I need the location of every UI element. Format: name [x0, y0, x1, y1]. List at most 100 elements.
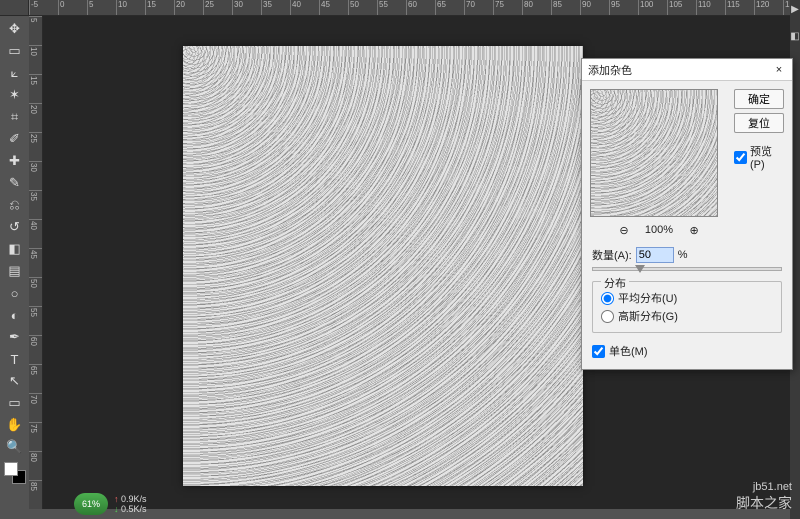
marquee-tool[interactable]: ▭ [3, 40, 27, 62]
reset-button[interactable]: 复位 [734, 113, 784, 133]
ruler-tick: 15 [29, 74, 42, 103]
dialog-titlebar[interactable]: 添加杂色 × [582, 59, 792, 81]
noise-preview [590, 89, 718, 217]
preview-checkbox-row[interactable]: 预览(P) [734, 143, 784, 171]
preview-checkbox[interactable] [734, 151, 747, 164]
pen-tool[interactable]: ✒ [3, 326, 27, 348]
net-speed: ↑ 0.9K/s ↓ 0.5K/s [114, 494, 147, 514]
ruler-tick: 100 [638, 0, 667, 15]
dodge-tool[interactable]: ◐ [3, 304, 27, 326]
brush-tool[interactable]: ✎ [3, 172, 27, 194]
healing-tool[interactable]: ✚ [3, 150, 27, 172]
noise-preview-content [183, 46, 583, 486]
uniform-row[interactable]: 平均分布(U) [601, 290, 773, 306]
gaussian-row[interactable]: 高斯分布(G) [601, 308, 773, 324]
panel-toggle-icon[interactable]: ◧ [790, 31, 799, 42]
watermark: jb51.net 脚本之家 [736, 481, 792, 513]
ruler-tick: 55 [29, 306, 42, 335]
gaussian-radio[interactable] [601, 310, 614, 323]
ruler-tick: 115 [725, 0, 754, 15]
ruler-tick: 75 [493, 0, 522, 15]
shape-tool[interactable]: ▭ [3, 392, 27, 414]
ruler-tick: 15 [145, 0, 174, 15]
ruler-tick: 75 [29, 422, 42, 451]
uniform-label: 平均分布(U) [618, 290, 677, 306]
stamp-tool[interactable]: ⎌ [3, 194, 27, 216]
type-tool[interactable]: T [3, 348, 27, 370]
document-canvas[interactable] [183, 46, 583, 486]
ruler-horizontal: -505101520253035404550556065707580859095… [29, 0, 790, 16]
distribution-group: 分布 平均分布(U) 高斯分布(G) [592, 281, 782, 333]
ruler-tick: 120 [754, 0, 783, 15]
ruler-tick: 90 [580, 0, 609, 15]
ruler-tick: 60 [406, 0, 435, 15]
foreground-color-swatch[interactable] [4, 462, 18, 476]
ruler-tick: 80 [522, 0, 551, 15]
ruler-tick: 65 [435, 0, 464, 15]
amount-input[interactable] [636, 247, 674, 263]
ruler-tick: 70 [464, 0, 493, 15]
ok-button[interactable]: 确定 [734, 89, 784, 109]
path-tool[interactable]: ↖ [3, 370, 27, 392]
eyedropper-tool[interactable]: ✐ [3, 128, 27, 150]
ruler-tick: 45 [29, 248, 42, 277]
ruler-tick: 50 [348, 0, 377, 15]
hand-tool[interactable]: ✋ [3, 414, 27, 436]
ruler-tick: 25 [203, 0, 232, 15]
ruler-tick: 30 [232, 0, 261, 15]
blur-tool[interactable]: ○ [3, 282, 27, 304]
zoom-out-icon[interactable]: ⊖ [617, 223, 631, 237]
ruler-tick: 125 [783, 0, 790, 15]
ruler-tick: 60 [29, 335, 42, 364]
eraser-tool[interactable]: ◧ [3, 238, 27, 260]
ruler-tick: 85 [29, 480, 42, 509]
uniform-radio[interactable] [601, 292, 614, 305]
color-swatches[interactable] [4, 462, 26, 484]
amount-slider[interactable] [592, 267, 782, 271]
ruler-tick: 25 [29, 132, 42, 161]
close-icon[interactable]: × [772, 63, 786, 77]
slider-thumb[interactable] [635, 265, 645, 273]
zoom-level: 100% [645, 224, 673, 236]
ruler-tick: 65 [29, 364, 42, 393]
ruler-tick: 110 [696, 0, 725, 15]
ruler-corner [0, 0, 29, 16]
ruler-tick: 85 [551, 0, 580, 15]
ruler-tick: 30 [29, 161, 42, 190]
crop-tool[interactable]: ⌗ [3, 106, 27, 128]
ruler-tick: 20 [29, 103, 42, 132]
ruler-tick: 35 [29, 190, 42, 219]
download-badge[interactable]: 61% [74, 493, 108, 515]
ruler-tick: 45 [319, 0, 348, 15]
ruler-tick: 5 [87, 0, 116, 15]
preview-label: 预览(P) [750, 143, 784, 171]
lasso-tool[interactable]: ⟀ [3, 62, 27, 84]
ruler-tick: 55 [377, 0, 406, 15]
taskbar-widget: 61% ↑ 0.9K/s ↓ 0.5K/s [74, 493, 147, 515]
zoom-in-icon[interactable]: ⊕ [687, 223, 701, 237]
move-tool[interactable]: ✥ [3, 18, 27, 40]
quick-select-tool[interactable]: ✶ [3, 84, 27, 106]
monochrome-label: 单色(M) [609, 343, 648, 359]
monochrome-checkbox[interactable] [592, 345, 605, 358]
distribution-title: 分布 [601, 275, 629, 291]
amount-unit: % [678, 249, 688, 261]
ruler-tick: 10 [29, 45, 42, 74]
gaussian-label: 高斯分布(G) [618, 308, 678, 324]
toolbox: ✥▭⟀✶⌗✐✚✎⎌↺◧▤○◐✒T↖▭✋🔍 [0, 16, 29, 509]
ruler-tick: 95 [609, 0, 638, 15]
amount-label: 数量(A): [592, 247, 632, 263]
history-brush-tool[interactable]: ↺ [3, 216, 27, 238]
ruler-tick: 105 [667, 0, 696, 15]
ruler-tick: -5 [29, 0, 58, 15]
play-icon[interactable]: ▶ [791, 4, 799, 15]
gradient-tool[interactable]: ▤ [3, 260, 27, 282]
ruler-vertical: 510152025303540455055606570758085 [29, 16, 43, 509]
ruler-tick: 80 [29, 451, 42, 480]
watermark-url: jb51.net [736, 481, 792, 493]
zoom-tool[interactable]: 🔍 [3, 436, 27, 458]
add-noise-dialog: 添加杂色 × ⊖ 100% ⊕ 确定 复位 预览(P) 数量(A): % [581, 58, 793, 370]
ruler-tick: 50 [29, 277, 42, 306]
ruler-tick: 20 [174, 0, 203, 15]
dialog-title: 添加杂色 [588, 62, 632, 78]
